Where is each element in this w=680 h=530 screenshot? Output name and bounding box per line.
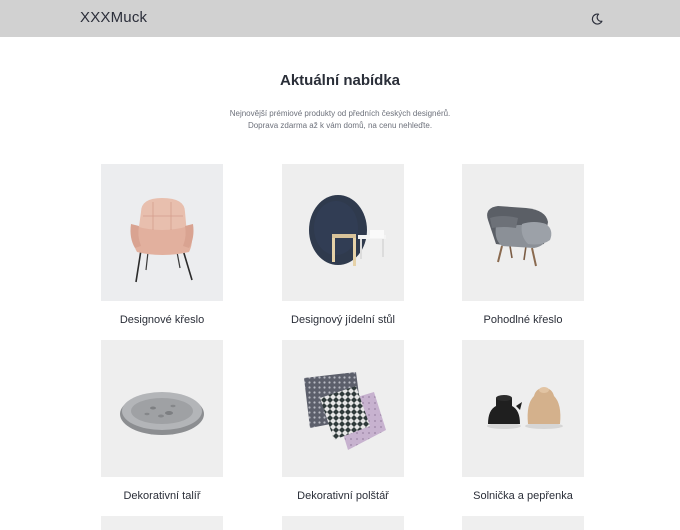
product-card[interactable]: Dekorativní polštář (282, 340, 404, 502)
page-subtitle: Nejnovější prémiové produkty od předních… (0, 108, 680, 132)
product-image-partial[interactable] (282, 516, 404, 530)
product-image-pink-armchair[interactable] (101, 164, 223, 301)
product-card[interactable]: Solnička a pepřenka (462, 340, 584, 502)
product-name[interactable]: Solnička a pepřenka (432, 490, 614, 502)
navbar: XXXMuck (0, 0, 680, 37)
brand-logo[interactable]: XXXMuck (80, 9, 147, 26)
subtitle-line: Doprava zdarma až k vám domů, na cenu ne… (247, 121, 433, 130)
product-name[interactable]: Designové křeslo (71, 314, 253, 326)
product-card[interactable]: Pohodlné křeslo (462, 164, 584, 326)
product-image-partial[interactable] (462, 516, 584, 530)
subtitle-line: Nejnovější prémiové produkty od předních… (229, 109, 451, 118)
theme-toggle-button[interactable] (589, 11, 605, 27)
product-image-patterned-cushions[interactable] (282, 340, 404, 477)
product-image-salt-pepper-shakers[interactable] (462, 340, 584, 477)
moon-icon (591, 13, 603, 25)
product-image-decorative-plate[interactable] (101, 340, 223, 477)
product-card[interactable]: Designové křeslo (101, 164, 223, 326)
product-image-grey-lounge-chair[interactable] (462, 164, 584, 301)
product-name[interactable]: Pohodlné křeslo (432, 314, 614, 326)
product-name[interactable]: Designový jídelní stůl (252, 314, 434, 326)
page-title: Aktuální nabídka (279, 72, 401, 89)
product-card[interactable]: Dekorativní talíř (101, 340, 223, 502)
product-image-partial[interactable] (101, 516, 223, 530)
product-name[interactable]: Dekorativní polštář (252, 490, 434, 502)
product-name[interactable]: Dekorativní talíř (71, 490, 253, 502)
product-image-round-dining-table[interactable] (282, 164, 404, 301)
product-card[interactable]: Designový jídelní stůl (282, 164, 404, 326)
